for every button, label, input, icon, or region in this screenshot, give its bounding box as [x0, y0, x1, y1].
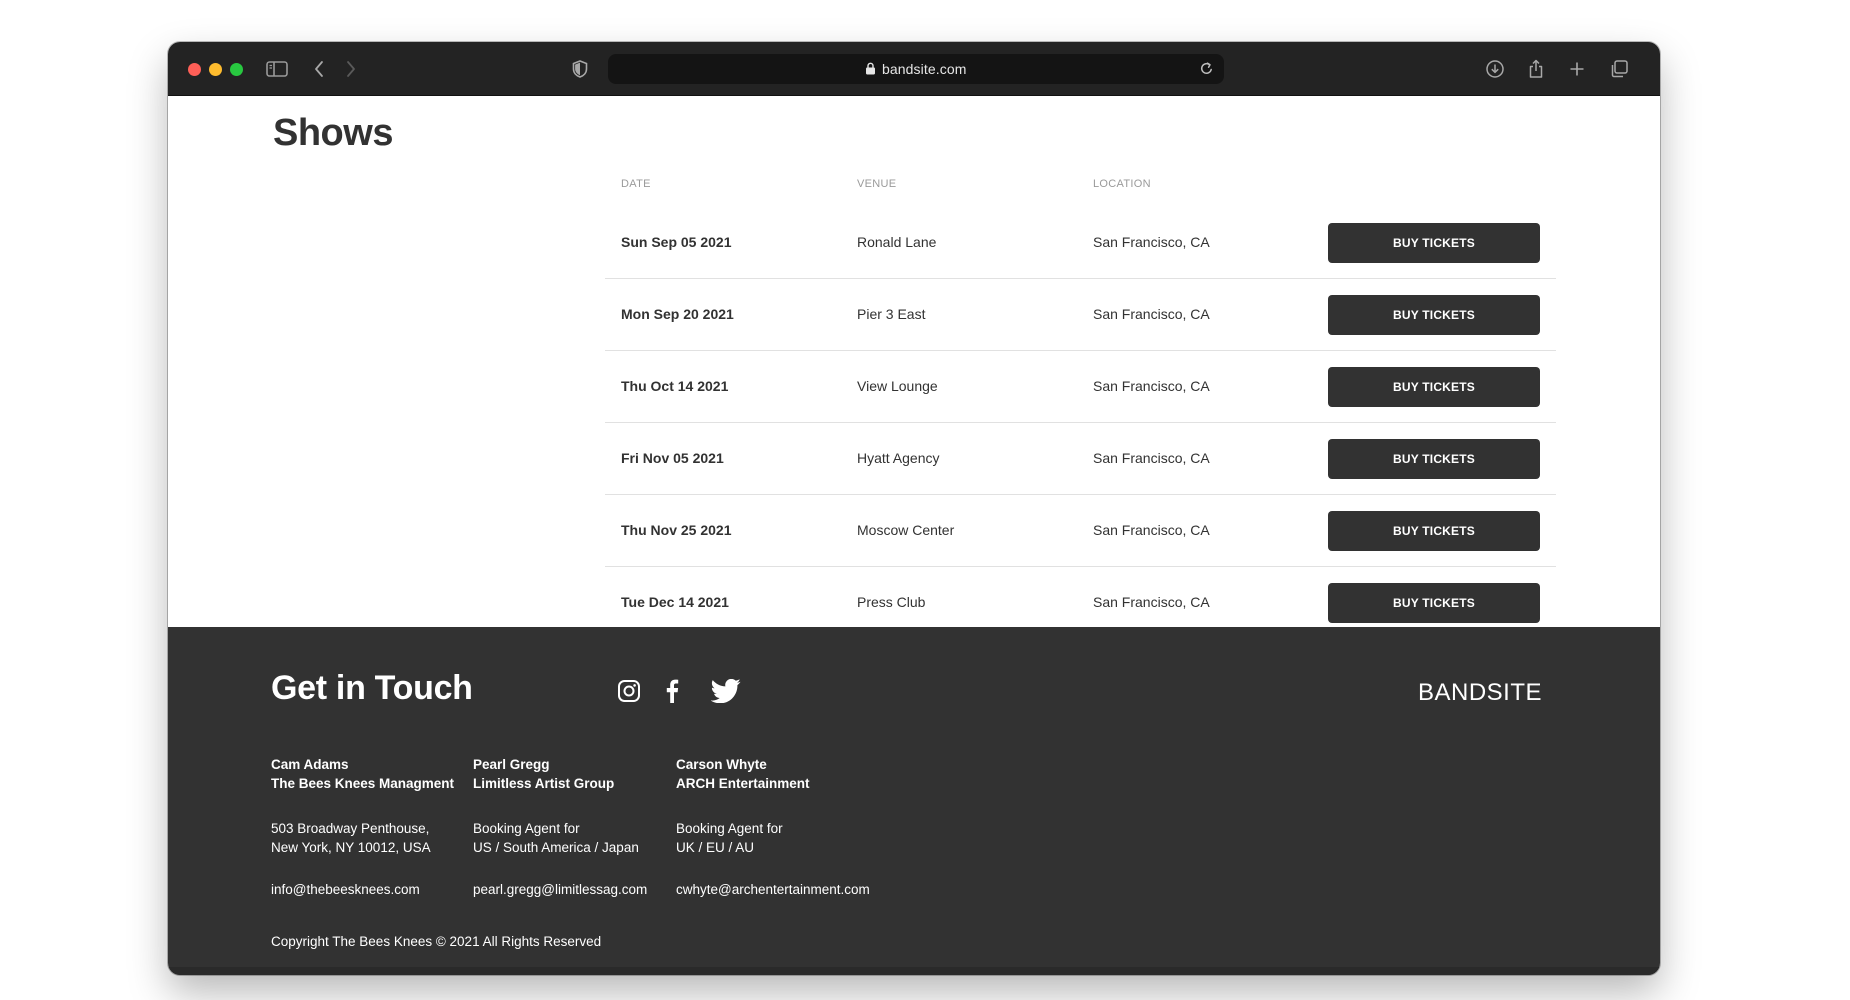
show-venue: View Lounge	[857, 378, 938, 394]
show-date: Thu Nov 25 2021	[621, 522, 732, 538]
show-venue: Pier 3 East	[857, 306, 926, 322]
sidebar-toggle-icon[interactable]	[266, 59, 288, 79]
brand-logo[interactable]: BANDSITE	[1418, 679, 1542, 707]
share-icon[interactable]	[1527, 59, 1545, 79]
contact-card: Pearl Gregg Limitless Artist Group Booki…	[473, 755, 647, 899]
contact-email-link[interactable]: pearl.gregg@limitlessag.com	[473, 880, 647, 899]
forward-icon[interactable]	[345, 59, 357, 79]
contact-details: Booking Agent for US / South America / J…	[473, 819, 647, 857]
browser-toolbar: bandsite.com	[168, 42, 1660, 96]
contact-details: Booking Agent for UK / EU / AU	[676, 819, 870, 857]
contact-name: Carson Whyte	[676, 757, 767, 772]
show-date: Thu Oct 14 2021	[621, 378, 729, 394]
minimize-window-button[interactable]	[209, 63, 222, 76]
show-venue: Hyatt Agency	[857, 450, 940, 466]
downloads-icon[interactable]	[1485, 59, 1505, 79]
show-date: Sun Sep 05 2021	[621, 234, 732, 250]
contact-details-line: US / South America / Japan	[473, 840, 639, 855]
buy-tickets-button[interactable]: BUY TICKETS	[1328, 583, 1540, 623]
contact-organization: The Bees Knees Managment	[271, 776, 455, 791]
copyright-text: Copyright The Bees Knees © 2021 All Righ…	[271, 934, 602, 949]
show-row[interactable]: Sun Sep 05 2021 Ronald Lane San Francisc…	[605, 207, 1556, 279]
contact-name: Cam Adams	[271, 757, 349, 772]
zoom-window-button[interactable]	[230, 63, 243, 76]
contact-details-line: 503 Broadway Penthouse,	[271, 821, 430, 836]
facebook-icon[interactable]	[665, 679, 679, 708]
reload-icon[interactable]	[1199, 61, 1214, 81]
show-location: San Francisco, CA	[1093, 306, 1210, 322]
show-venue: Moscow Center	[857, 522, 955, 538]
show-date: Fri Nov 05 2021	[621, 450, 724, 466]
show-location: San Francisco, CA	[1093, 522, 1210, 538]
footer-bottom-edge	[168, 967, 1660, 975]
buy-tickets-button[interactable]: BUY TICKETS	[1328, 511, 1540, 551]
buy-tickets-button[interactable]: BUY TICKETS	[1328, 367, 1540, 407]
contact-details: 503 Broadway Penthouse, New York, NY 100…	[271, 819, 454, 857]
address-bar[interactable]: bandsite.com	[608, 54, 1224, 84]
column-header-location: LOCATION	[1093, 178, 1151, 190]
show-location: San Francisco, CA	[1093, 594, 1210, 610]
show-date: Mon Sep 20 2021	[621, 306, 734, 322]
show-date: Tue Dec 14 2021	[621, 594, 729, 610]
instagram-icon[interactable]	[617, 679, 641, 708]
page-title: Shows	[273, 112, 393, 154]
close-window-button[interactable]	[188, 63, 201, 76]
browser-window: bandsite.com Shows DATE VENUE LOCATION S…	[168, 42, 1660, 975]
contact-email-link[interactable]: info@thebeesknees.com	[271, 880, 454, 899]
contact-details-line: UK / EU / AU	[676, 840, 755, 855]
footer: Get in Touch BANDSITE Cam Adams The Bees…	[168, 627, 1660, 975]
buy-tickets-button[interactable]: BUY TICKETS	[1328, 295, 1540, 335]
show-row[interactable]: Fri Nov 05 2021 Hyatt Agency San Francis…	[605, 423, 1556, 495]
privacy-shield-icon[interactable]	[572, 59, 588, 79]
new-tab-icon[interactable]	[1569, 59, 1585, 79]
contact-card: Cam Adams The Bees Knees Managment 503 B…	[271, 755, 454, 899]
contact-details-line: New York, NY 10012, USA	[271, 840, 431, 855]
back-icon[interactable]	[313, 59, 325, 79]
contact-email-link[interactable]: cwhyte@archentertainment.com	[676, 880, 870, 899]
twitter-icon[interactable]	[710, 678, 741, 708]
show-venue: Press Club	[857, 594, 926, 610]
contact-organization: ARCH Entertainment	[676, 776, 810, 791]
column-header-date: DATE	[621, 178, 651, 190]
footer-title: Get in Touch	[271, 669, 473, 707]
show-venue: Ronald Lane	[857, 234, 937, 250]
lock-icon	[865, 62, 876, 80]
show-location: San Francisco, CA	[1093, 234, 1210, 250]
show-row[interactable]: Mon Sep 20 2021 Pier 3 East San Francisc…	[605, 279, 1556, 351]
contact-name: Pearl Gregg	[473, 757, 550, 772]
contact-details-line: Booking Agent for	[676, 821, 783, 836]
address-url: bandsite.com	[882, 61, 967, 77]
buy-tickets-button[interactable]: BUY TICKETS	[1328, 439, 1540, 479]
contact-details-line: Booking Agent for	[473, 821, 580, 836]
show-row[interactable]: Thu Nov 25 2021 Moscow Center San Franci…	[605, 495, 1556, 567]
show-location: San Francisco, CA	[1093, 378, 1210, 394]
tab-overview-icon[interactable]	[1609, 59, 1629, 79]
show-location: San Francisco, CA	[1093, 450, 1210, 466]
contact-card: Carson Whyte ARCH Entertainment Booking …	[676, 755, 870, 899]
contact-organization: Limitless Artist Group	[473, 776, 615, 791]
buy-tickets-button[interactable]: BUY TICKETS	[1328, 223, 1540, 263]
shows-section: Shows DATE VENUE LOCATION Sun Sep 05 202…	[168, 96, 1660, 639]
column-header-venue: VENUE	[857, 178, 897, 190]
show-row[interactable]: Thu Oct 14 2021 View Lounge San Francisc…	[605, 351, 1556, 423]
